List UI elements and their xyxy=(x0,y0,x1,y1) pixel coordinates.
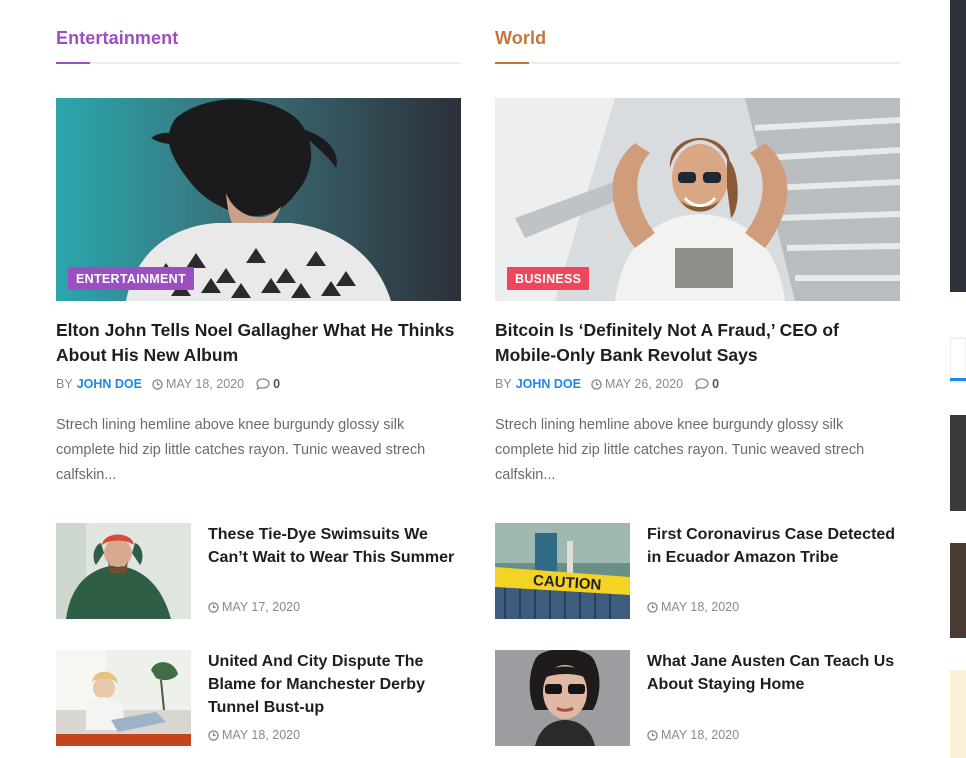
list-item: United And City Dispute The Blame for Ma… xyxy=(56,650,461,746)
list-item-thumbnail[interactable] xyxy=(495,650,630,746)
hero-image[interactable]: BUSINESS xyxy=(495,98,900,301)
hero-excerpt: Strech lining hemline above knee burgund… xyxy=(495,417,865,483)
comment-count[interactable]: 0 xyxy=(256,377,280,391)
list-item-date: MAY 18, 2020 xyxy=(647,600,739,614)
comment-count-text: 0 xyxy=(712,377,720,391)
list-item-thumbnail[interactable] xyxy=(56,650,191,746)
post-date-text: MAY 26, 2020 xyxy=(604,377,684,391)
list-item-date-text: MAY 18, 2020 xyxy=(222,728,301,742)
post-date-text: MAY 18, 2020 xyxy=(165,377,245,391)
list-item-date: MAY 18, 2020 xyxy=(208,728,300,742)
category-badge[interactable]: ENTERTAINMENT xyxy=(68,267,194,290)
author-link[interactable]: JOHN DOE xyxy=(516,377,581,391)
hero-title[interactable]: Bitcoin Is ‘Definitely Not A Fraud,’ CEO… xyxy=(495,318,900,368)
list-item: These Tie-Dye Swimsuits We Can’t Wait to… xyxy=(56,523,461,619)
world-column: World BUSINESS Bitcoin Is ‘Definitely No… xyxy=(495,0,900,758)
section-title[interactable]: World xyxy=(495,28,546,49)
section-header: Entertainment xyxy=(56,26,461,64)
list-item-date-text: MAY 17, 2020 xyxy=(222,600,301,614)
by-label: BY xyxy=(495,377,512,391)
comment-count-text: 0 xyxy=(273,377,281,391)
clock-icon xyxy=(208,729,219,741)
section-title[interactable]: Entertainment xyxy=(56,28,178,49)
list-item-title[interactable]: First Coronavirus Case Detected in Ecuad… xyxy=(647,523,900,569)
hero-image[interactable]: ENTERTAINMENT xyxy=(56,98,461,301)
comment-icon xyxy=(256,378,270,390)
comment-count[interactable]: 0 xyxy=(695,377,719,391)
post-meta: BY JOHN DOE MAY 18, 2020 0 xyxy=(56,377,280,391)
list-item-date: MAY 17, 2020 xyxy=(208,600,300,614)
list-item-date-text: MAY 18, 2020 xyxy=(661,728,740,742)
author-link[interactable]: JOHN DOE xyxy=(77,377,142,391)
list-item-title[interactable]: What Jane Austen Can Teach Us About Stay… xyxy=(647,650,900,696)
list-item-date: MAY 18, 2020 xyxy=(647,728,739,742)
list-item-thumbnail[interactable]: CAUTION xyxy=(495,523,630,619)
section-underline xyxy=(495,62,529,64)
post-date: MAY 26, 2020 xyxy=(591,377,683,391)
list-item-title[interactable]: United And City Dispute The Blame for Ma… xyxy=(208,650,461,719)
hero-excerpt: Strech lining hemline above knee burgund… xyxy=(56,417,426,483)
clock-icon xyxy=(208,601,219,613)
sidebar-edge xyxy=(949,0,966,758)
section-header: World xyxy=(495,26,900,64)
hero-title[interactable]: Elton John Tells Noel Gallagher What He … xyxy=(56,318,461,368)
entertainment-column: Entertainment ENTERTAINMENT Elton John T… xyxy=(56,0,461,758)
by-label: BY xyxy=(56,377,73,391)
clock-icon xyxy=(591,378,602,390)
clock-icon xyxy=(647,729,658,741)
list-item: CAUTION First Coronavirus Case Detected … xyxy=(495,523,900,619)
list-item: What Jane Austen Can Teach Us About Stay… xyxy=(495,650,900,746)
list-item-title[interactable]: These Tie-Dye Swimsuits We Can’t Wait to… xyxy=(208,523,461,569)
post-date: MAY 18, 2020 xyxy=(152,377,244,391)
post-meta: BY JOHN DOE MAY 26, 2020 0 xyxy=(495,377,719,391)
clock-icon xyxy=(647,601,658,613)
list-item-date-text: MAY 18, 2020 xyxy=(661,600,740,614)
list-item-thumbnail[interactable] xyxy=(56,523,191,619)
category-badge[interactable]: BUSINESS xyxy=(507,267,590,290)
clock-icon xyxy=(152,378,163,390)
section-underline xyxy=(56,62,90,64)
comment-icon xyxy=(695,378,709,390)
